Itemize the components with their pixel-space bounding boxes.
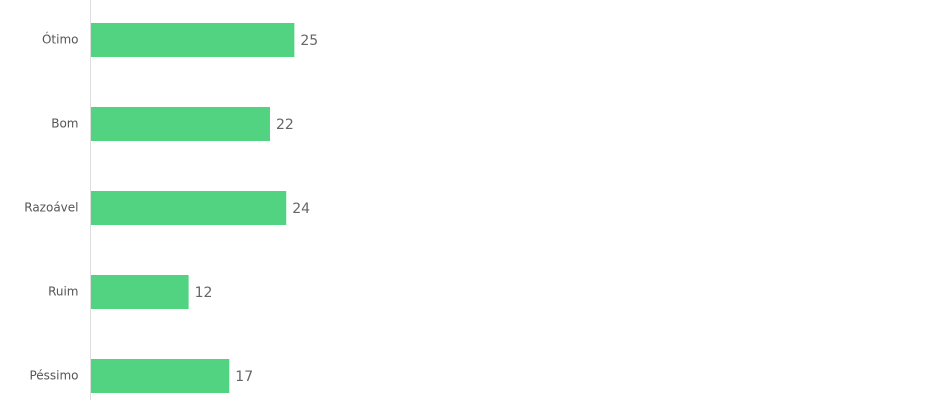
value-label-2: 24 <box>292 201 310 217</box>
value-label-1: 22 <box>276 117 294 133</box>
bar-3 <box>91 275 189 309</box>
category-labels-group: Ótimo Bom Razoável Ruim Péssimo <box>24 32 78 383</box>
category-label-3: Ruim <box>48 285 78 299</box>
bar-0 <box>91 23 295 57</box>
value-label-0: 25 <box>300 33 318 49</box>
category-label-0: Ótimo <box>42 32 79 47</box>
bar-chart: Ótimo Bom Razoável Ruim Péssimo 25 22 24 12 17 <box>24 0 318 400</box>
category-label-1: Bom <box>51 117 78 131</box>
value-label-4: 17 <box>235 369 253 385</box>
category-label-2: Razoável <box>24 201 78 215</box>
bars-group <box>91 23 295 393</box>
category-label-4: Péssimo <box>29 369 78 383</box>
bar-2 <box>91 191 287 225</box>
value-label-3: 12 <box>195 285 213 301</box>
bar-4 <box>91 359 230 393</box>
bar-1 <box>91 107 270 141</box>
